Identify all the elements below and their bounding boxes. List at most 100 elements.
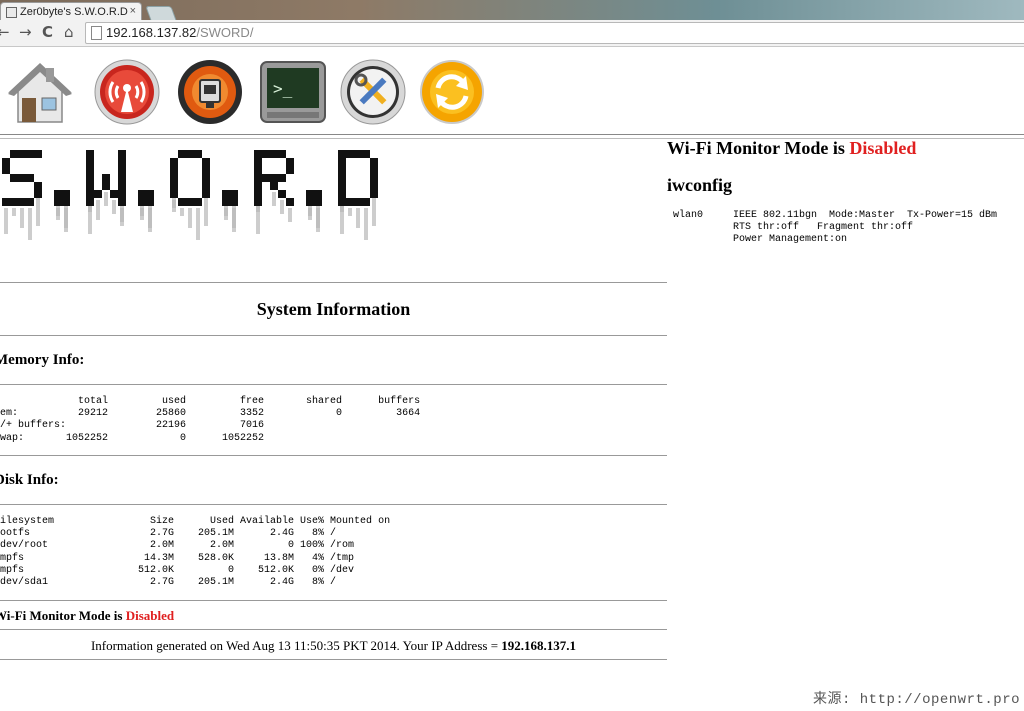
disk-info-heading: Disk Info:	[0, 472, 59, 488]
logo-pixel	[10, 150, 18, 158]
network-camera-icon[interactable]	[176, 58, 244, 126]
logo-pixel	[170, 166, 178, 174]
logo-pixel	[230, 198, 238, 206]
logo-drip	[224, 208, 228, 216]
logo-drip	[256, 208, 260, 234]
browser-tab[interactable]: Zer0byte's S.W.O.R.D ×	[0, 2, 142, 21]
logo-pixel	[2, 166, 10, 174]
logo-pixel	[370, 182, 378, 190]
divider	[0, 384, 667, 385]
logo-pixel	[18, 150, 26, 158]
logo-pixel	[338, 158, 346, 166]
back-icon[interactable]: ←	[0, 23, 10, 41]
logo-drip	[348, 208, 352, 216]
logo-pixel	[62, 190, 70, 198]
tab-title: Zer0byte's S.W.O.R.D	[20, 6, 128, 18]
divider	[0, 455, 667, 456]
logo-pixel	[86, 182, 94, 190]
logo-pixel	[254, 158, 262, 166]
logo-drip	[188, 208, 192, 228]
logo-pixel	[286, 198, 294, 206]
logo-pixel	[314, 198, 322, 206]
logo-drip	[356, 208, 360, 228]
home-icon[interactable]	[6, 58, 74, 126]
logo-drip	[56, 208, 60, 216]
logo-pixel	[370, 190, 378, 198]
logo-drip	[272, 192, 276, 206]
logo-pixel	[170, 190, 178, 198]
new-tab-button[interactable]	[145, 6, 177, 21]
address-bar[interactable]: 192.168.137.82/SWORD/	[85, 22, 1024, 44]
wifi-monitor-status: Wi-Fi Monitor Mode is Disabled	[0, 608, 175, 623]
page-icon	[91, 26, 102, 40]
divider	[0, 600, 667, 601]
wireless-signal-icon[interactable]	[93, 58, 161, 126]
close-tab-icon[interactable]: ×	[130, 5, 136, 17]
logo-pixel	[254, 150, 262, 158]
logo-pixel	[186, 150, 194, 158]
logo-pixel	[286, 166, 294, 174]
logo-pixel	[10, 174, 18, 182]
logo-drip	[204, 200, 208, 226]
logo-pixel	[2, 198, 10, 206]
logo-pixel	[338, 174, 346, 182]
logo-pixel	[54, 190, 62, 198]
wifi-status-value: Disabled	[125, 608, 175, 623]
memory-info-heading: Memory Info:	[0, 352, 85, 368]
browser-toolbar: ← → C ⌂ 192.168.137.82/SWORD/	[0, 20, 1024, 47]
divider	[0, 504, 667, 505]
svg-text:>_: >_	[273, 79, 293, 98]
logo-drip	[308, 208, 312, 216]
logo-drip	[316, 208, 320, 228]
logo-drip	[12, 208, 16, 216]
logo-pixel	[2, 158, 10, 166]
logo-drip	[96, 200, 100, 220]
client-ip-address: 192.168.137.1	[501, 638, 577, 653]
logo-pixel	[62, 198, 70, 206]
logo-pixel	[170, 182, 178, 190]
logo-drip	[232, 208, 236, 228]
logo-pixel	[362, 150, 370, 158]
logo-pixel	[338, 166, 346, 174]
reload-icon[interactable]: C	[42, 23, 53, 41]
logo-drip	[36, 200, 40, 226]
logo-pixel	[86, 158, 94, 166]
logo-drip	[372, 200, 376, 226]
logo-pixel	[254, 198, 262, 206]
logo-pixel	[102, 182, 110, 190]
divider	[0, 282, 667, 283]
wifi-monitor-status-heading: Wi-Fi Monitor Mode is Disabled	[667, 138, 917, 158]
logo-pixel	[118, 198, 126, 206]
system-info-title: System Information	[256, 299, 411, 319]
logo-pixel	[370, 158, 378, 166]
logo-pixel	[346, 198, 354, 206]
disk-info-table: Filesystem Size Used Available Use% Moun…	[0, 516, 391, 589]
logo-pixel	[102, 174, 110, 182]
tools-icon[interactable]	[339, 58, 407, 126]
terminal-icon[interactable]: >_	[259, 58, 327, 126]
logo-pixel	[306, 190, 314, 198]
logo-pixel	[278, 150, 286, 158]
sword-logo	[0, 140, 420, 272]
logo-pixel	[354, 150, 362, 158]
divider	[0, 335, 667, 336]
logo-pixel	[262, 174, 270, 182]
logo-pixel	[118, 190, 126, 198]
logo-pixel	[202, 174, 210, 182]
refresh-icon[interactable]	[418, 58, 486, 126]
browser-tab-strip: Zer0byte's S.W.O.R.D ×	[0, 0, 1024, 21]
logo-pixel	[170, 158, 178, 166]
forward-icon[interactable]: →	[19, 23, 32, 41]
logo-pixel	[362, 198, 370, 206]
logo-drip	[172, 200, 176, 208]
logo-pixel	[34, 150, 42, 158]
logo-drip	[28, 208, 32, 240]
logo-drip	[112, 200, 116, 214]
logo-pixel	[86, 198, 94, 206]
logo-pixel	[262, 150, 270, 158]
logo-pixel	[194, 150, 202, 158]
logo-pixel	[178, 150, 186, 158]
home-nav-icon[interactable]: ⌂	[64, 23, 74, 41]
logo-drip	[196, 208, 200, 240]
logo-pixel	[54, 198, 62, 206]
